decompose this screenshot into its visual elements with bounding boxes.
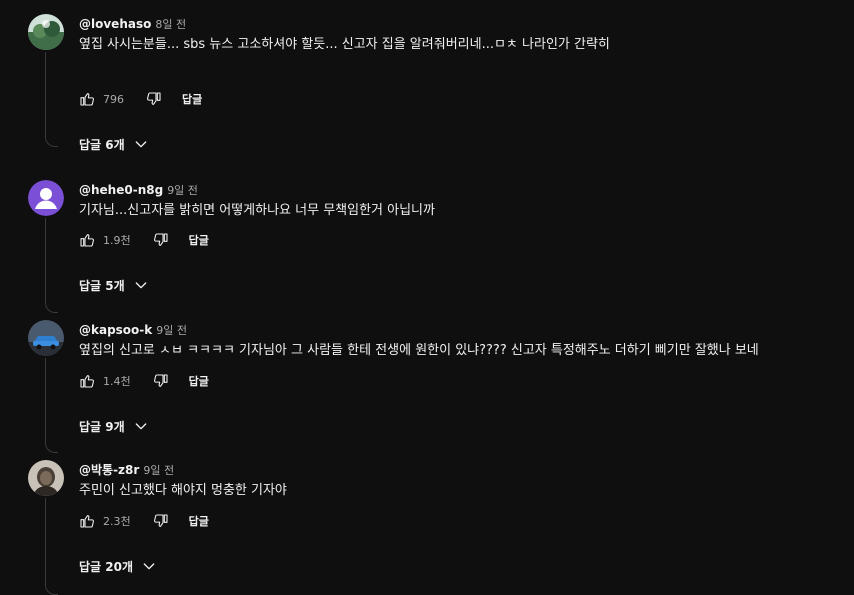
comment-thread: @hehe0-n8g 9일 전 기자님...신고자를 밝히면 어떻게하나요 너무 … [0,180,854,313]
chevron-down-icon [135,141,146,148]
comment-thread: @kapsoo-k 9일 전 옆집의 신고로 ㅅㅂ ㅋㅋㅋㅋ 기자님아 그 사람들… [0,320,854,453]
thumbs-down-icon [153,374,168,387]
comment-text: 기자님...신고자를 밝히면 어떻게하나요 너무 무책임한거 아닙니까 [79,203,435,218]
thread-connector-line [45,498,58,595]
author-name[interactable]: @hehe0-n8g [79,183,163,197]
author-name[interactable]: @kapsoo-k [79,323,152,337]
chevron-down-icon [143,563,155,570]
replies-count-label: 답글 6개 [79,137,125,152]
replies-count-label: 답글 5개 [79,278,125,293]
thumbs-up-icon [80,515,94,528]
comment-time[interactable]: 9일 전 [156,324,187,337]
comment-header: @hehe0-n8g 9일 전 [79,180,198,198]
thumbs-down-icon [147,92,161,105]
replies-count-label: 답글 9개 [79,419,125,434]
like-button[interactable]: 1.9천 [79,232,153,248]
comment-text: 옆집 사시는분들... sbs 뉴스 고소하셔야 할듯... 신고자 집을 알려… [79,37,610,52]
comment-header: @kapsoo-k 9일 전 [79,320,187,338]
reply-button[interactable]: 답글 [189,373,209,389]
thumbs-up-icon [80,93,94,106]
dislike-button[interactable] [146,91,162,107]
car-avatar-image [28,320,64,356]
landscape-avatar-image [28,14,64,50]
comment-actions: 796 답글 [79,88,202,110]
view-replies-button[interactable]: 답글 6개 [79,133,149,155]
comment-header: @박통-z8r 9일 전 [79,460,174,478]
thread-connector-line [45,218,58,313]
like-count: 2.3천 [103,515,131,528]
chevron-down-icon [135,423,146,430]
like-count: 1.9천 [103,234,131,247]
thread-connector-line [45,358,58,453]
thumbs-down-icon [153,233,168,246]
like-count: 1.4천 [103,375,131,388]
comment-header: @lovehaso 8일 전 [79,14,186,32]
avatar[interactable] [28,180,64,216]
dislike-button[interactable] [153,373,169,389]
thumbs-up-icon [80,234,94,247]
dislike-button[interactable] [153,513,169,529]
thumbs-up-icon [80,375,94,388]
view-replies-button[interactable]: 답글 20개 [79,555,157,577]
comment-actions: 1.9천 답글 [79,229,209,251]
reply-button[interactable]: 답글 [189,232,209,248]
author-name[interactable]: @박통-z8r [79,463,139,477]
comment-text: 옆집의 신고로 ㅅㅂ ㅋㅋㅋㅋ 기자님아 그 사람들 한테 전생에 원한이 있냐… [79,343,759,358]
comments-section: @lovehaso 8일 전 옆집 사시는분들... sbs 뉴스 고소하셔야 할… [0,0,854,595]
default-person-avatar-image [28,180,64,216]
comment-time[interactable]: 8일 전 [155,18,186,31]
avatar[interactable] [28,14,64,50]
avatar[interactable] [28,460,64,496]
thread-connector-line [45,52,58,147]
comment-actions: 2.3천 답글 [79,510,209,532]
comment-time[interactable]: 9일 전 [143,464,174,477]
replies-count-label: 답글 20개 [79,559,133,574]
like-button[interactable]: 2.3천 [79,513,153,529]
dislike-button[interactable] [153,232,169,248]
avatar[interactable] [28,320,64,356]
comment-time[interactable]: 9일 전 [167,184,198,197]
comment-thread: @lovehaso 8일 전 옆집 사시는분들... sbs 뉴스 고소하셔야 할… [0,14,854,164]
view-replies-button[interactable]: 답글 9개 [79,415,149,437]
comment-text: 주민이 신고했다 해야지 멍충한 기자야 [79,483,287,498]
view-replies-button[interactable]: 답글 5개 [79,274,149,296]
like-button[interactable]: 796 [79,91,146,107]
author-name[interactable]: @lovehaso [79,17,151,31]
chevron-down-icon [135,282,146,289]
comment-thread: @박통-z8r 9일 전 주민이 신고했다 해야지 멍충한 기자야 2.3천 답글… [0,460,854,595]
reply-button[interactable]: 답글 [182,91,202,107]
portrait-avatar-image [28,460,64,496]
reply-button[interactable]: 답글 [189,513,209,529]
comment-actions: 1.4천 답글 [79,370,209,392]
like-count: 796 [103,92,124,106]
like-button[interactable]: 1.4천 [79,373,153,389]
thumbs-down-icon [153,514,168,527]
